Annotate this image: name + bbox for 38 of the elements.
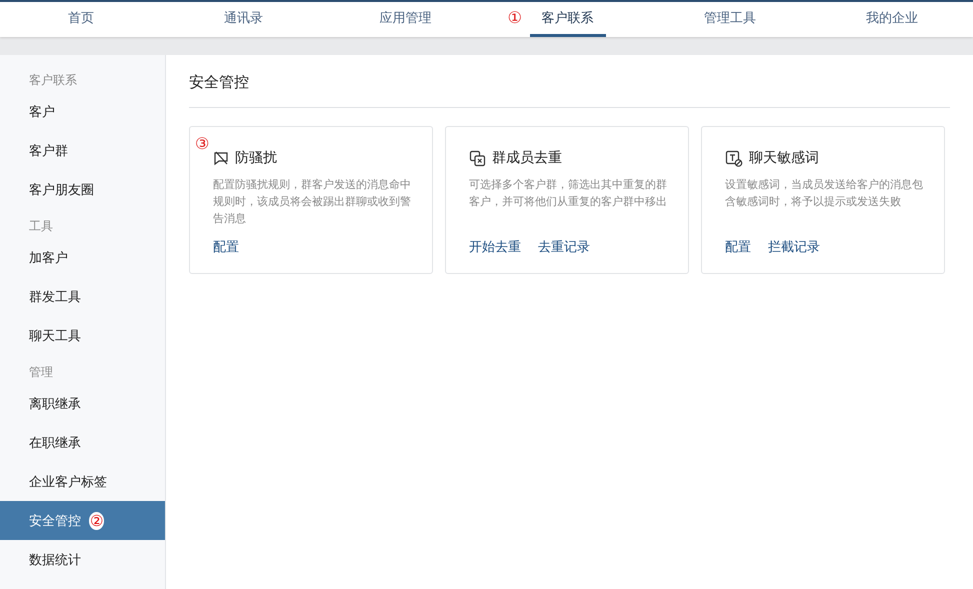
page-title: 安全管控 xyxy=(189,71,950,108)
menu-item[interactable]: 数据统计 xyxy=(0,540,165,579)
action-link[interactable]: 开始去重 xyxy=(469,238,521,256)
annotation-number: ① xyxy=(508,8,522,27)
menu-item[interactable]: 客户群 xyxy=(0,131,165,170)
card-title: 聊天敏感词 xyxy=(749,149,819,167)
card-title: 群成员去重 xyxy=(492,149,562,167)
menu-item[interactable]: 加客户 xyxy=(0,238,165,277)
nav-tab[interactable]: 首页 xyxy=(0,2,162,37)
action-link[interactable]: 拦截记录 xyxy=(768,238,820,256)
text-block-icon xyxy=(725,150,743,166)
card-description: 设置敏感词，当成员发送给客户的消息包含敏感词时，将予以提示或发送失败 xyxy=(725,177,924,210)
action-link[interactable]: 配置 xyxy=(213,238,239,256)
card-title: 防骚扰 xyxy=(235,149,277,167)
nav-tab[interactable]: ① 客户联系 xyxy=(486,2,649,37)
card-description: 可选择多个客户群，筛选出其中重复的群客户，并可将他们从重复的客户群中移出 xyxy=(469,177,668,210)
chat-slash-icon xyxy=(213,150,229,166)
menu-item[interactable]: 客户朋友圈 xyxy=(0,170,165,209)
card-description: 配置防骚扰规则，群客户发送的消息命中规则时，该成员将会被踢出群聊或收到警告消息 xyxy=(213,177,412,227)
annotation-number: ② xyxy=(89,512,104,530)
menu-item[interactable]: 企业客户标签 xyxy=(0,462,165,501)
menu-group-heading: 管理 xyxy=(28,364,54,381)
overlap-squares-icon xyxy=(469,150,486,166)
menu-item[interactable]: 在职继承 xyxy=(0,423,165,462)
menu-item[interactable]: 聊天工具 xyxy=(0,316,165,355)
menu-item[interactable]: 客户 xyxy=(0,92,165,131)
action-link[interactable]: 去重记录 xyxy=(538,238,590,256)
nav-tab[interactable]: 我的企业 xyxy=(810,2,973,37)
menu-item[interactable]: 安全管控 ② xyxy=(0,501,165,540)
menu-item[interactable]: 离职继承 xyxy=(0,384,165,423)
action-link[interactable]: 配置 xyxy=(725,238,751,256)
menu-group-heading: 客户联系 xyxy=(28,72,78,89)
nav-tab[interactable]: 通讯录 xyxy=(162,2,324,37)
menu-group-heading: 工具 xyxy=(28,218,54,235)
nav-tab[interactable]: 管理工具 xyxy=(648,2,811,37)
nav-tab[interactable]: 应用管理 xyxy=(324,2,487,37)
menu-item[interactable]: 群发工具 xyxy=(0,277,165,316)
annotation-number: ③ xyxy=(195,134,210,153)
